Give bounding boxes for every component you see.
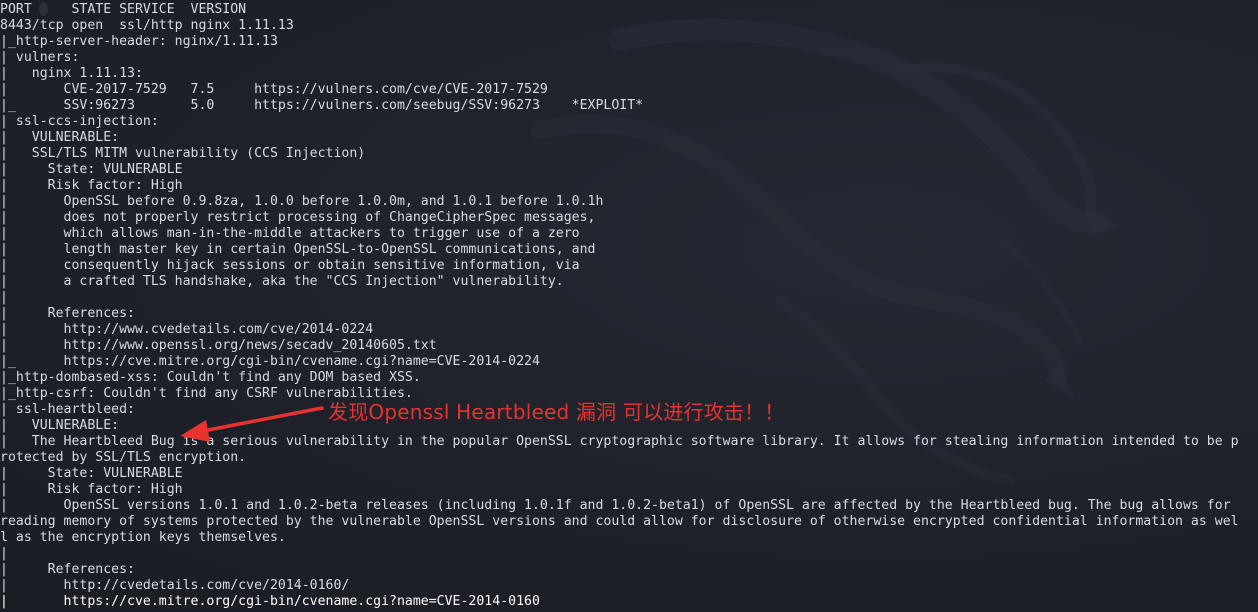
terminal-line: | http://www.openssl.org/news/secadv_201… <box>0 338 437 353</box>
terminal-line: | CVE-2017-7529 7.5 https://vulners.com/… <box>0 82 548 97</box>
terminal-line: | vulners: <box>0 50 80 65</box>
terminal-line: | <box>0 546 8 561</box>
terminal-line: | SSL/TLS MITM vulnerability (CCS Inject… <box>0 146 366 161</box>
terminal-line: |_ SSV:96273 5.0 https://vulners.com/see… <box>0 98 644 113</box>
terminal-line: PORT STATE SERVICE VERSION <box>0 2 247 17</box>
terminal-line: | length master key in certain OpenSSL-t… <box>0 242 596 257</box>
terminal-line: | https://cve.mitre.org/cgi-bin/cvename.… <box>0 594 540 609</box>
terminal-line: |_http-dombased-xss: Couldn't find any D… <box>0 370 421 385</box>
terminal-line: | nginx 1.11.13: <box>0 66 143 81</box>
terminal-line: l as the encryption keys themselves. <box>0 530 286 545</box>
terminal-line: | References: <box>0 562 135 577</box>
terminal-line: reading memory of systems protected by t… <box>0 514 1239 529</box>
terminal-line: | Risk factor: High <box>0 178 183 193</box>
terminal-line: | References: <box>0 306 135 321</box>
terminal-line: 8443/tcp open ssl/http nginx 1.11.13 <box>0 18 294 33</box>
terminal-line: | does not properly restrict processing … <box>0 210 596 225</box>
terminal-line: | OpenSSL before 0.9.8za, 1.0.0 before 1… <box>0 194 604 209</box>
terminal-line: | State: VULNERABLE <box>0 466 183 481</box>
terminal-line: | http://cvedetails.com/cve/2014-0160/ <box>0 578 350 593</box>
terminal-line: rotected by SSL/TLS encryption. <box>0 450 247 465</box>
terminal-output: PORT STATE SERVICE VERSION 8443/tcp open … <box>0 2 1239 610</box>
terminal-window[interactable]: PORT STATE SERVICE VERSION 8443/tcp open … <box>0 0 1258 612</box>
terminal-line: |_http-server-header: nginx/1.11.13 <box>0 34 278 49</box>
terminal-line: | The Heartbleed Bug is a serious vulner… <box>0 434 1239 449</box>
terminal-line: | OpenSSL versions 1.0.1 and 1.0.2-beta … <box>0 498 1231 513</box>
annotation-text: 发现Openssl Heartbleed 漏洞 可以进行攻击！！ <box>328 400 785 424</box>
terminal-line: | ssl-ccs-injection: <box>0 114 159 129</box>
terminal-line: | State: VULNERABLE <box>0 162 183 177</box>
terminal-line: |_ https://cve.mitre.org/cgi-bin/cvename… <box>0 354 540 369</box>
terminal-line: | Risk factor: High <box>0 482 183 497</box>
terminal-line: | which allows man-in-the-middle attacke… <box>0 226 580 241</box>
terminal-line: | http://www.cvedetails.com/cve/2014-022… <box>0 322 374 337</box>
terminal-line: | VULNERABLE: <box>0 130 120 145</box>
terminal-line: | a crafted TLS handshake, aka the "CCS … <box>0 274 564 289</box>
terminal-line: | <box>0 290 8 305</box>
terminal-line: | consequently hijack sessions or obtain… <box>0 258 580 273</box>
